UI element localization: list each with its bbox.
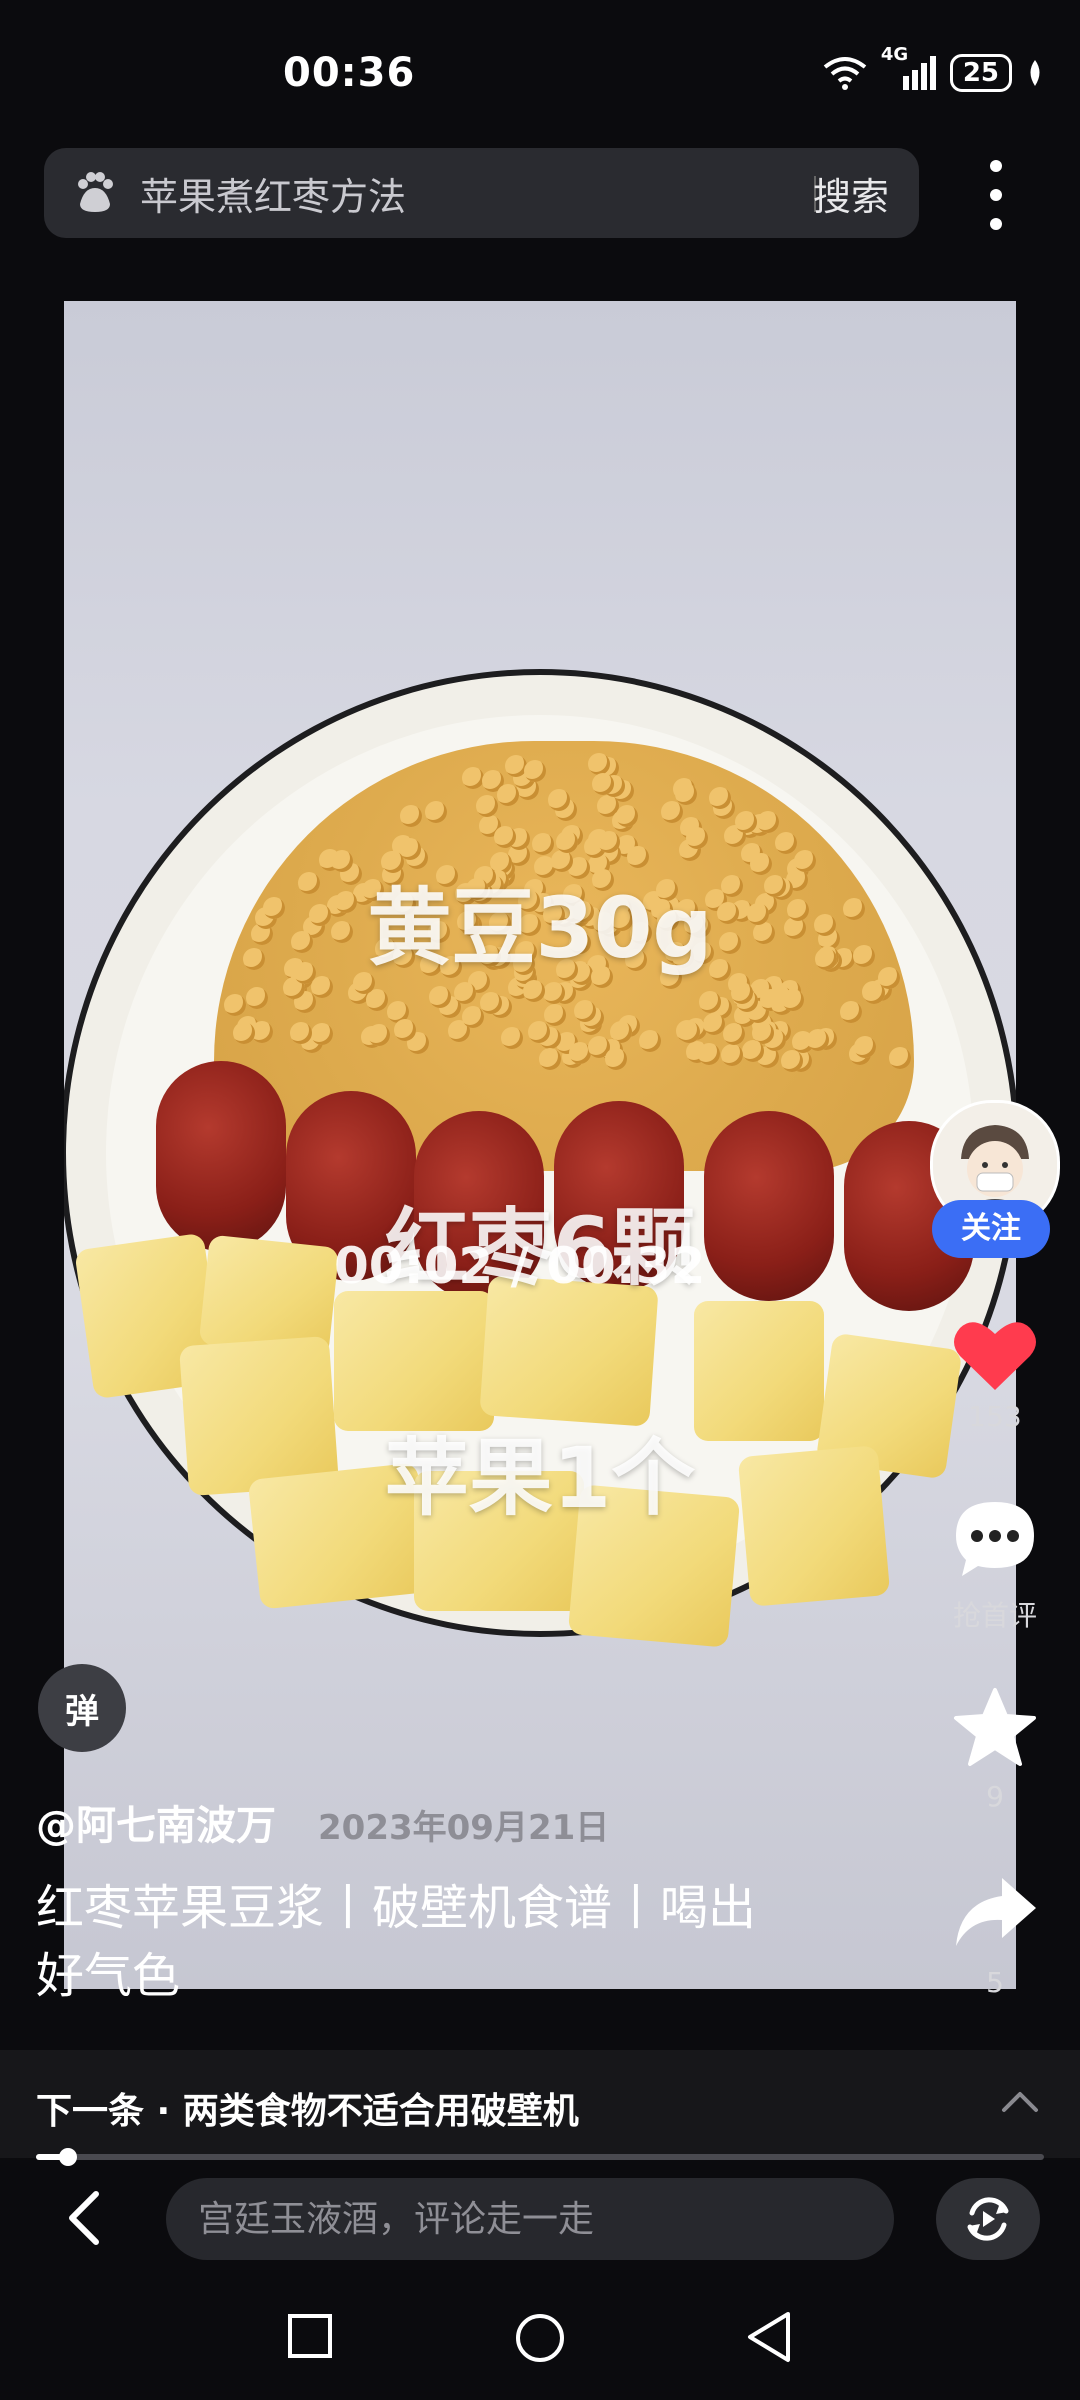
post-caption-line-2: 好气色 (36, 1948, 181, 2004)
status-icons: 4G 25 (821, 44, 1044, 92)
soybean (604, 1047, 627, 1070)
home-circle-icon[interactable] (514, 2312, 566, 2364)
soybean (368, 1023, 391, 1046)
likes-count: 153 (968, 1400, 1022, 1433)
soybean (698, 1042, 721, 1065)
soybean (233, 1021, 256, 1044)
soybean (522, 979, 545, 1002)
replay-icon (967, 2197, 1009, 2241)
post-caption-line-1: 红枣苹果豆浆丨破壁机食谱丨喝出 (36, 1880, 757, 1936)
soybean (675, 782, 698, 805)
soybean (538, 1047, 561, 1070)
next-video-label: 下一条 · 两类食物不适合用破壁机 (36, 2091, 579, 2132)
soybean (741, 1039, 764, 1062)
comment-input[interactable] (166, 2178, 894, 2260)
soybean (496, 783, 519, 806)
soybean (544, 1004, 566, 1027)
video-player[interactable]: 黄豆30g 红枣6颗 苹果1个 00:02 / 00:32 (64, 301, 1016, 1989)
soybean (461, 1005, 484, 1028)
search-bar[interactable]: 苹果煮红枣方法 搜索 (44, 148, 919, 238)
more-menu-button[interactable] (985, 160, 1007, 230)
soybean (531, 832, 554, 855)
search-query[interactable]: 苹果煮红枣方法 (140, 166, 406, 221)
soybean (289, 1021, 312, 1044)
shares-count: 5 (986, 1966, 1004, 1999)
soybean (708, 787, 731, 810)
soybean (461, 766, 484, 789)
status-bar: 00:36 4G 25 (0, 0, 1080, 150)
favorites-count: 9 (986, 1780, 1004, 1813)
soybean (677, 1021, 700, 1044)
wifi-icon (823, 57, 867, 90)
baidu-paw-icon (78, 172, 113, 212)
soybean (543, 981, 566, 1004)
bottom-bar (0, 2160, 1080, 2280)
soybean (735, 810, 758, 833)
recents-square-icon[interactable] (286, 2312, 334, 2360)
soybean (224, 993, 247, 1016)
back-triangle-icon[interactable] (744, 2310, 794, 2364)
network-type: 4G (880, 44, 909, 65)
follow-button[interactable]: 关注 (932, 1200, 1050, 1258)
soybean (721, 1043, 744, 1066)
comment-label: 抢首评 (952, 1599, 1037, 1632)
comment-icon[interactable] (952, 1498, 1038, 1580)
battery-indicator: 25 (949, 54, 1012, 92)
soybean (730, 982, 753, 1005)
soybean (722, 1023, 745, 1046)
soybean (523, 759, 546, 782)
soybean-label: 黄豆30g (367, 879, 713, 977)
system-nav-bar (0, 2290, 1080, 2400)
chevron-up-icon[interactable] (998, 2080, 1042, 2124)
playback-time: 00:02 / 00:32 (334, 1237, 706, 1295)
soybean (854, 1036, 877, 1059)
soybean (493, 825, 516, 848)
search-button[interactable]: 搜索 (813, 166, 889, 221)
status-time: 00:36 (283, 50, 416, 96)
next-video-bar[interactable]: 下一条 · 两类食物不适合用破壁机 (0, 2050, 1080, 2158)
soybean (480, 991, 503, 1014)
soybean (429, 985, 452, 1008)
post-date: 2023年09月21日 (318, 1808, 610, 1848)
soybean (573, 999, 596, 1022)
soybean (588, 753, 611, 776)
like-icon[interactable] (952, 1316, 1038, 1394)
apple-label: 苹果1个 (384, 1429, 696, 1527)
soybean (311, 1022, 334, 1045)
soybean (394, 1018, 417, 1041)
soybean (781, 1049, 804, 1072)
danmaku-toggle-button[interactable]: 弹 (38, 1664, 126, 1752)
favorite-star-icon[interactable] (952, 1686, 1038, 1768)
soybean (638, 1029, 661, 1052)
soybean (399, 804, 422, 827)
auto-play-toggle-button[interactable] (936, 2178, 1040, 2260)
soybean (889, 1046, 912, 1069)
soybean (555, 831, 578, 854)
leaf-icon (1030, 60, 1040, 86)
share-icon[interactable] (952, 1874, 1038, 1950)
apple-piece (334, 1291, 494, 1431)
soybean (661, 800, 684, 823)
author-name[interactable]: @阿七南波万 (36, 1793, 276, 1851)
soybean (245, 986, 268, 1009)
signal-icon: 4G (881, 44, 936, 90)
soybean (757, 810, 780, 833)
soybean (453, 982, 476, 1005)
back-arrow-icon[interactable] (60, 2190, 110, 2246)
soybean (548, 788, 571, 811)
soybean (597, 831, 620, 854)
